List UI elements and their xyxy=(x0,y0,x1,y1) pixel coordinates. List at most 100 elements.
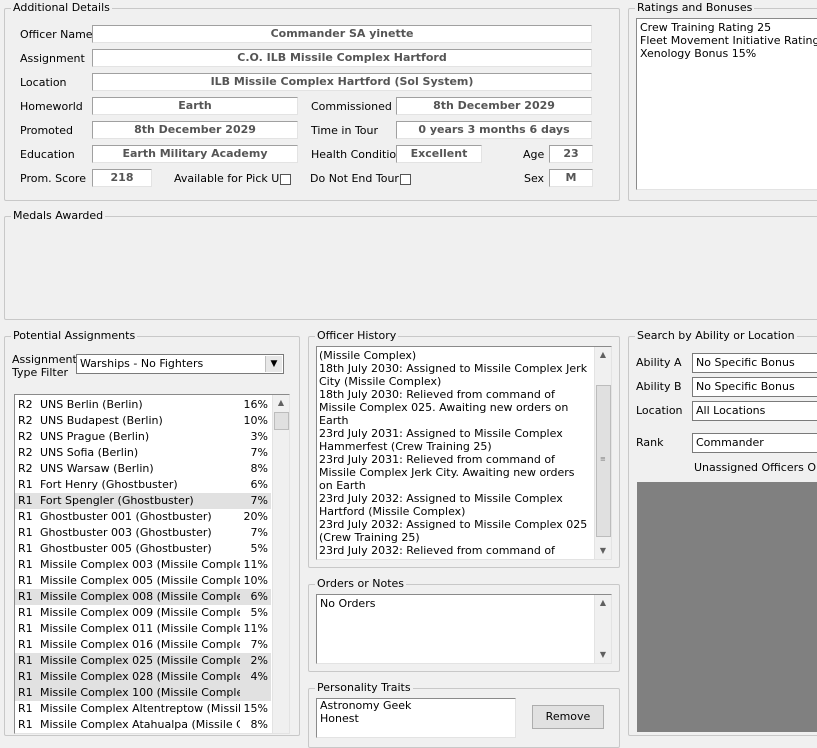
assignment-row[interactable]: R1 Missile Complex 009 (Missile Complex) 5… xyxy=(15,605,271,621)
assignment-rank: R1 xyxy=(18,638,33,651)
sex-label: Sex xyxy=(524,172,545,185)
assignment-row[interactable]: R1 Ghostbuster 005 (Ghostbuster) 5% xyxy=(15,541,271,557)
filter-label-line2: Type Filter xyxy=(12,366,69,379)
ability-b-select[interactable]: No Specific Bonus xyxy=(692,377,817,397)
assignment-rows: R2 UNS Berlin (Berlin) 16% R2 UNS Budapest (… xyxy=(15,397,289,733)
assignment-percent: 10% xyxy=(243,414,268,427)
history-line: 23rd July 2032: Assigned to Missile Comp… xyxy=(319,518,588,544)
officer-history-list[interactable]: (Missile Complex) 18th July 2030: Assign… xyxy=(316,346,612,560)
assignment-name: Missile Complex 025 (Missile Complex) xyxy=(40,654,240,667)
orders-scrollbar[interactable]: ▲ ▼ xyxy=(594,595,611,663)
history-line: 18th July 2030: Assigned to Missile Comp… xyxy=(319,362,588,388)
assignment-rank: R1 xyxy=(18,542,33,555)
history-scrollbar[interactable]: ▲ ≡ ▼ xyxy=(594,347,611,559)
assignment-rank: R1 xyxy=(18,670,33,683)
potential-assignments-list[interactable]: R2 UNS Berlin (Berlin) 16% R2 UNS Budapest (… xyxy=(14,394,290,734)
search-results-list[interactable] xyxy=(637,482,817,732)
assignment-rank: R2 xyxy=(18,398,33,411)
assignment-scrollbar[interactable]: ▲ xyxy=(272,395,289,733)
assignment-name: Fort Spengler (Ghostbuster) xyxy=(40,494,194,507)
promoted-field: 8th December 2029 xyxy=(92,121,298,139)
assignment-row[interactable]: R2 UNS Warsaw (Berlin) 8% xyxy=(15,461,271,477)
education-field: Earth Military Academy xyxy=(92,145,298,163)
homeworld-field: Earth xyxy=(92,97,298,115)
search-location-label: Location xyxy=(636,404,683,417)
assignment-rank: R1 xyxy=(18,510,33,523)
assignment-name: UNS Budapest (Berlin) xyxy=(40,414,163,427)
assignment-row[interactable]: R1 Missile Complex 005 (Missile Complex) 1… xyxy=(15,573,271,589)
ability-a-select[interactable]: No Specific Bonus xyxy=(692,353,817,373)
orders-textarea[interactable]: No Orders ▲ ▼ xyxy=(316,594,612,664)
assignment-name: Ghostbuster 003 (Ghostbuster) xyxy=(40,526,212,539)
assignment-rank: R2 xyxy=(18,462,33,475)
assignment-name: Missile Complex 028 (Missile Complex) xyxy=(40,670,240,683)
scroll-down-icon[interactable]: ▼ xyxy=(595,543,611,559)
assignment-rank: R1 xyxy=(18,606,33,619)
assignment-percent: 5% xyxy=(250,606,268,619)
scroll-thumb[interactable] xyxy=(274,412,289,430)
scroll-thumb[interactable]: ≡ xyxy=(596,385,611,537)
officer-name-label: Officer Name xyxy=(20,28,93,41)
assignment-name: Missile Complex 003 (Missile Complex) xyxy=(40,558,240,571)
assignment-row[interactable]: R2 UNS Prague (Berlin) 3% xyxy=(15,429,271,445)
assignment-type-filter[interactable]: Warships - No Fighters ▼ xyxy=(76,354,284,374)
assignment-row[interactable]: R1 Missile Complex Atahualpa (Missile Com… xyxy=(15,717,271,733)
assignment-percent: 7% xyxy=(250,494,268,507)
assignment-row[interactable]: R1 Missile Complex 100 (Missile Complex) xyxy=(15,685,271,701)
remove-label: Remove xyxy=(545,710,591,723)
pickup-label: Available for Pick Up xyxy=(174,172,287,185)
scroll-down-icon[interactable]: ▼ xyxy=(595,647,611,663)
assignment-row[interactable]: R1 Fort Spengler (Ghostbuster) 7% xyxy=(15,493,271,509)
rank-value: Commander xyxy=(696,436,764,449)
filter-label-line1: Assignment xyxy=(12,353,77,366)
assignment-row[interactable]: R2 UNS Budapest (Berlin) 10% xyxy=(15,413,271,429)
assignment-row[interactable]: R1 Missile Complex 011 (Missile Complex) 1… xyxy=(15,621,271,637)
age-label: Age xyxy=(523,148,545,161)
rank-select[interactable]: Commander xyxy=(692,433,817,453)
education-label: Education xyxy=(20,148,75,161)
assignment-row[interactable]: R1 Missile Complex 016 (Missile Complex) 7… xyxy=(15,637,271,653)
officer-name-field: Commander SA yinette xyxy=(92,25,592,43)
health-field: Excellent xyxy=(396,145,482,163)
scroll-up-icon[interactable]: ▲ xyxy=(595,347,611,363)
pickup-checkbox[interactable] xyxy=(280,174,291,185)
assignment-row[interactable]: R1 Missile Complex 003 (Missile Complex) 1… xyxy=(15,557,271,573)
assignment-rank: R2 xyxy=(18,446,33,459)
age-field: 23 xyxy=(549,145,593,163)
assignment-percent: 8% xyxy=(250,462,268,475)
history-line: (Missile Complex) xyxy=(319,349,417,362)
assignment-row[interactable]: R1 Ghostbuster 003 (Ghostbuster) 7% xyxy=(15,525,271,541)
assignment-name: Fort Henry (Ghostbuster) xyxy=(40,478,178,491)
assignment-name: Missile Complex Atahualpa (Missile Compl xyxy=(40,718,240,731)
assignment-name: Missile Complex 011 (Missile Complex) xyxy=(40,622,240,635)
trait-item: Astronomy Geek xyxy=(320,699,412,712)
ability-a-label: Ability A xyxy=(636,356,682,369)
assignment-row[interactable]: R2 UNS Berlin (Berlin) 16% xyxy=(15,397,271,413)
ability-b-value: No Specific Bonus xyxy=(696,380,795,393)
assignment-rank: R1 xyxy=(18,574,33,587)
rating-line: Crew Training Rating 25 xyxy=(640,21,772,34)
assignment-name: Missile Complex 016 (Missile Complex) xyxy=(40,638,240,651)
not-end-tour-checkbox[interactable] xyxy=(400,174,411,185)
assignment-name: Missile Complex 005 (Missile Complex) xyxy=(40,574,240,587)
assignment-row[interactable]: R2 UNS Sofia (Berlin) 7% xyxy=(15,445,271,461)
assignment-percent: 7% xyxy=(250,526,268,539)
assignment-percent: 4% xyxy=(250,670,268,683)
assignment-row[interactable]: R1 Fort Henry (Ghostbuster) 6% xyxy=(15,477,271,493)
scroll-up-icon[interactable]: ▲ xyxy=(595,595,611,611)
chevron-down-icon[interactable]: ▼ xyxy=(265,356,282,372)
traits-list[interactable]: Astronomy Geek Honest xyxy=(316,698,516,738)
location-select[interactable]: All Locations xyxy=(692,401,817,421)
potential-assignments-title: Potential Assignments xyxy=(11,329,138,343)
assignment-row[interactable]: R1 Ghostbuster 001 (Ghostbuster) 20% xyxy=(15,509,271,525)
assignment-row[interactable]: R1 Missile Complex 025 (Missile Complex) 2… xyxy=(15,653,271,669)
assignment-row[interactable]: R1 Missile Complex 008 (Missile Complex) 6… xyxy=(15,589,271,605)
assignment-rank: R1 xyxy=(18,718,33,731)
remove-trait-button[interactable]: Remove xyxy=(532,705,604,729)
assignment-row[interactable]: R1 Missile Complex 028 (Missile Complex) 4… xyxy=(15,669,271,685)
history-line: 23rd July 2031: Relieved from command of… xyxy=(319,453,575,492)
history-line: 23rd July 2032: Relieved from command of… xyxy=(319,544,560,559)
scroll-up-icon[interactable]: ▲ xyxy=(273,395,289,411)
assignment-rank: R1 xyxy=(18,478,33,491)
assignment-row[interactable]: R1 Missile Complex Altentreptow (Missile … xyxy=(15,701,271,717)
